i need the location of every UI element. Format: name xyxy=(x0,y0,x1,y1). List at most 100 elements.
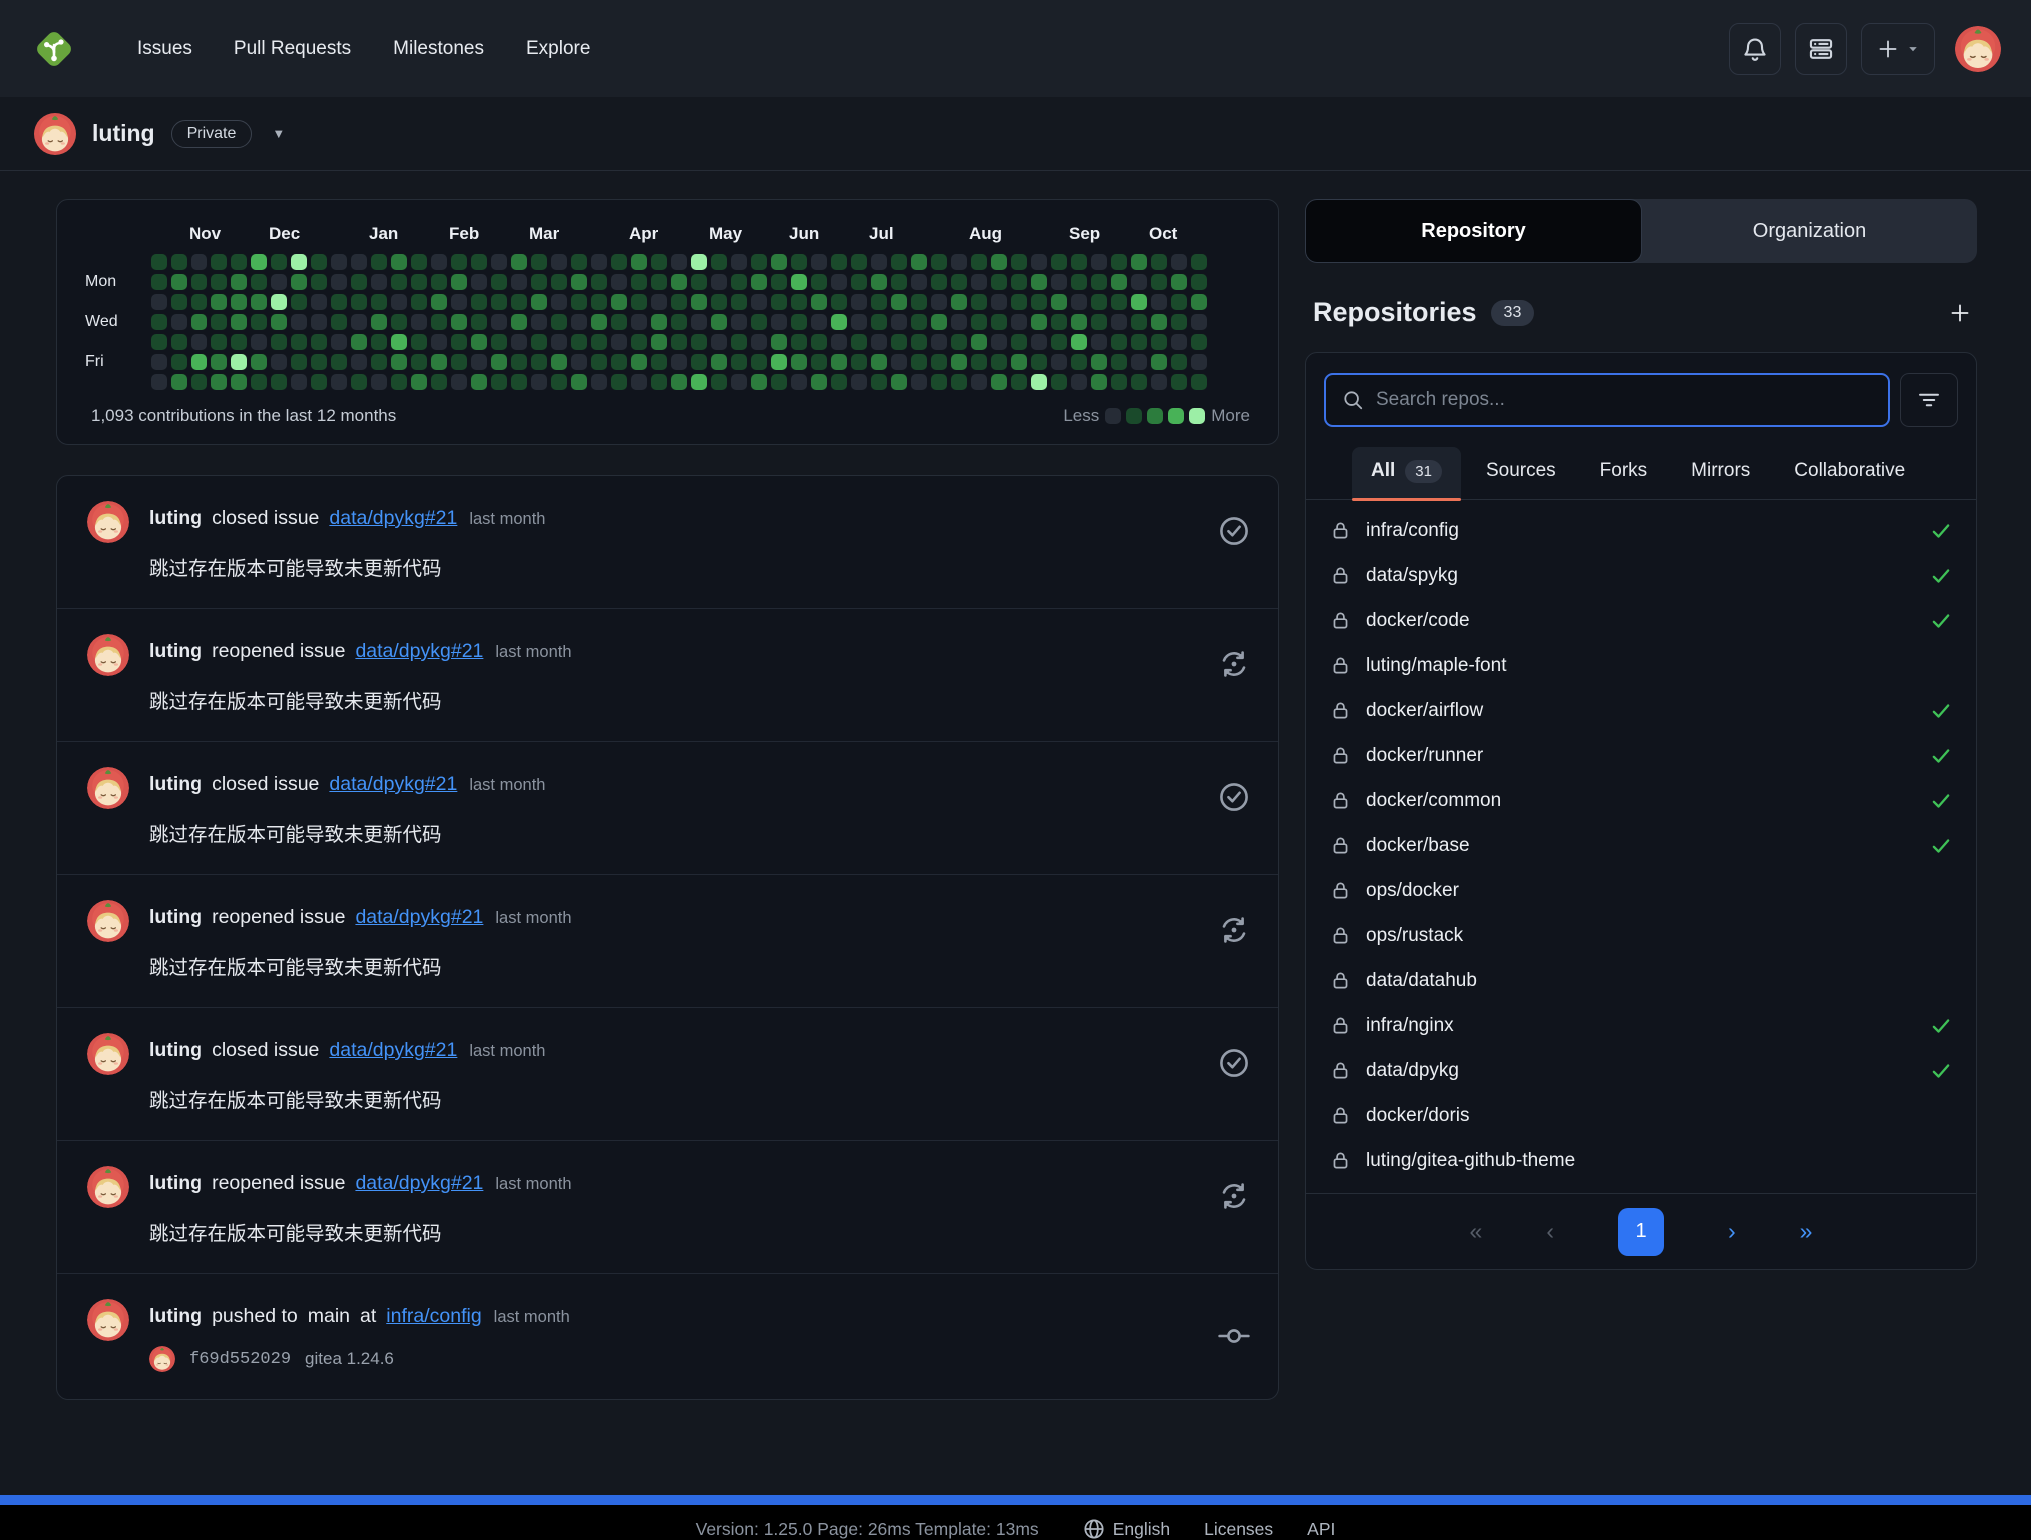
plus-icon xyxy=(1949,302,1971,324)
feed-headline: lutingclosed issuedata/dpykg#21last mont… xyxy=(149,507,1210,530)
heatmap-cell xyxy=(991,354,1007,370)
repo-row[interactable]: luting/gitea-github-theme xyxy=(1306,1138,1976,1183)
feed-repo-link[interactable]: data/dpykg#21 xyxy=(329,507,457,529)
feed-repo-link[interactable]: data/dpykg#21 xyxy=(329,773,457,795)
heatmap-cell xyxy=(1111,334,1127,350)
heatmap-cell xyxy=(351,294,367,310)
heatmap-cell xyxy=(1191,354,1207,370)
repo-row[interactable]: infra/config xyxy=(1306,508,1976,553)
feed-avatar[interactable] xyxy=(87,501,129,543)
feed-username[interactable]: luting xyxy=(149,1305,202,1327)
heatmap-cell xyxy=(951,274,967,290)
repo-filter-tab-mirrors[interactable]: Mirrors xyxy=(1672,447,1769,499)
nav-item-explore[interactable]: Explore xyxy=(509,28,607,70)
page-current-button[interactable]: 1 xyxy=(1618,1208,1664,1256)
nav-item-milestones[interactable]: Milestones xyxy=(376,28,501,70)
admin-panel-button[interactable] xyxy=(1795,23,1847,75)
repo-name: docker/base xyxy=(1366,835,1470,857)
repo-row[interactable]: docker/common xyxy=(1306,778,1976,823)
feed-username[interactable]: luting xyxy=(149,1172,202,1194)
feed-username[interactable]: luting xyxy=(149,507,202,529)
repo-filter-tab-sources[interactable]: Sources xyxy=(1467,447,1575,499)
feed-avatar[interactable] xyxy=(87,1033,129,1075)
new-repo-button[interactable] xyxy=(1949,302,1971,324)
feed-repo-link[interactable]: data/dpykg#21 xyxy=(355,906,483,928)
repo-row[interactable]: docker/code xyxy=(1306,598,1976,643)
heatmap-cell xyxy=(551,334,567,350)
profile-avatar[interactable] xyxy=(34,113,76,155)
repo-row[interactable]: luting/maple-font xyxy=(1306,643,1976,688)
repo-name: infra/config xyxy=(1366,520,1459,542)
repo-row[interactable]: ops/docker xyxy=(1306,868,1976,913)
tab-repository[interactable]: Repository xyxy=(1305,199,1642,263)
heatmap-cell xyxy=(971,254,987,270)
heatmap-cell xyxy=(731,294,747,310)
feed-username[interactable]: luting xyxy=(149,906,202,928)
footer-link-api[interactable]: API xyxy=(1307,1519,1335,1540)
feed-username[interactable]: luting xyxy=(149,773,202,795)
heatmap-cell xyxy=(151,334,167,350)
heatmap-cell xyxy=(1031,254,1047,270)
user-avatar[interactable] xyxy=(1955,26,2001,72)
gitea-logo[interactable] xyxy=(30,25,78,73)
page-last-button[interactable]: » xyxy=(1800,1220,1813,1243)
repo-row[interactable]: docker/airflow xyxy=(1306,688,1976,733)
repo-row[interactable]: data/datahub xyxy=(1306,958,1976,1003)
feed-avatar[interactable] xyxy=(87,1166,129,1208)
heatmap-cell xyxy=(691,354,707,370)
feed-avatar[interactable] xyxy=(87,767,129,809)
repo-search-input[interactable] xyxy=(1376,389,1872,411)
commit-hash[interactable]: f69d552029 xyxy=(189,1350,291,1369)
heatmap-cell xyxy=(951,314,967,330)
repo-org-switcher: RepositoryOrganization xyxy=(1305,199,1977,263)
heatmap-cell xyxy=(371,374,387,390)
heatmap-cell xyxy=(1151,274,1167,290)
notifications-button[interactable] xyxy=(1729,23,1781,75)
feed-avatar[interactable] xyxy=(87,900,129,942)
feed-avatar[interactable] xyxy=(87,1299,129,1341)
create-new-button[interactable] xyxy=(1861,23,1935,75)
heatmap-cell xyxy=(211,254,227,270)
footer-link-licenses[interactable]: Licenses xyxy=(1204,1519,1273,1540)
lock-icon xyxy=(1330,790,1351,811)
repo-filter-tab-collaborative[interactable]: Collaborative xyxy=(1775,447,1924,499)
heatmap-cell xyxy=(191,274,207,290)
feed-repo-link[interactable]: data/dpykg#21 xyxy=(355,640,483,662)
visibility-badge[interactable]: Private xyxy=(171,120,253,148)
feed-repo-link[interactable]: data/dpykg#21 xyxy=(329,1039,457,1061)
feed-timestamp: last month xyxy=(469,510,545,528)
heatmap-cell xyxy=(231,254,247,270)
feed-avatar[interactable] xyxy=(87,634,129,676)
heatmap-cell xyxy=(771,334,787,350)
repo-row[interactable]: data/dpykg xyxy=(1306,1048,1976,1093)
heatmap-cell xyxy=(511,314,527,330)
repo-row[interactable]: docker/doris xyxy=(1306,1093,1976,1138)
feed-repo-link[interactable]: infra/config xyxy=(386,1305,481,1327)
heatmap-cell xyxy=(291,374,307,390)
repo-row[interactable]: docker/base xyxy=(1306,823,1976,868)
heatmap-day-label: Mon xyxy=(85,273,149,291)
footer-link-english[interactable]: English xyxy=(1083,1518,1170,1540)
nav-item-issues[interactable]: Issues xyxy=(120,28,209,70)
feed-username[interactable]: luting xyxy=(149,1039,202,1061)
chevron-down-icon[interactable]: ▼ xyxy=(272,126,285,141)
heatmap-cell xyxy=(291,274,307,290)
repo-filter-button[interactable] xyxy=(1900,373,1958,427)
repo-row[interactable]: ops/rustack xyxy=(1306,913,1976,958)
page-next-button[interactable]: › xyxy=(1728,1220,1736,1243)
heatmap-cell xyxy=(731,334,747,350)
feed-username[interactable]: luting xyxy=(149,640,202,662)
commit-icon xyxy=(1210,1299,1250,1372)
repo-row[interactable]: data/spykg xyxy=(1306,553,1976,598)
heatmap-cell xyxy=(271,374,287,390)
filter-icon xyxy=(1917,388,1941,412)
tab-organization[interactable]: Organization xyxy=(1642,199,1977,263)
heatmap-cell xyxy=(211,354,227,370)
repo-filter-tab-forks[interactable]: Forks xyxy=(1581,447,1667,499)
repo-filter-tab-all[interactable]: All31 xyxy=(1352,447,1461,499)
chevron-down-icon xyxy=(1907,43,1919,55)
feed-repo-link[interactable]: data/dpykg#21 xyxy=(355,1172,483,1194)
repo-row[interactable]: docker/runner xyxy=(1306,733,1976,778)
nav-item-pull-requests[interactable]: Pull Requests xyxy=(217,28,368,70)
repo-row[interactable]: infra/nginx xyxy=(1306,1003,1976,1048)
